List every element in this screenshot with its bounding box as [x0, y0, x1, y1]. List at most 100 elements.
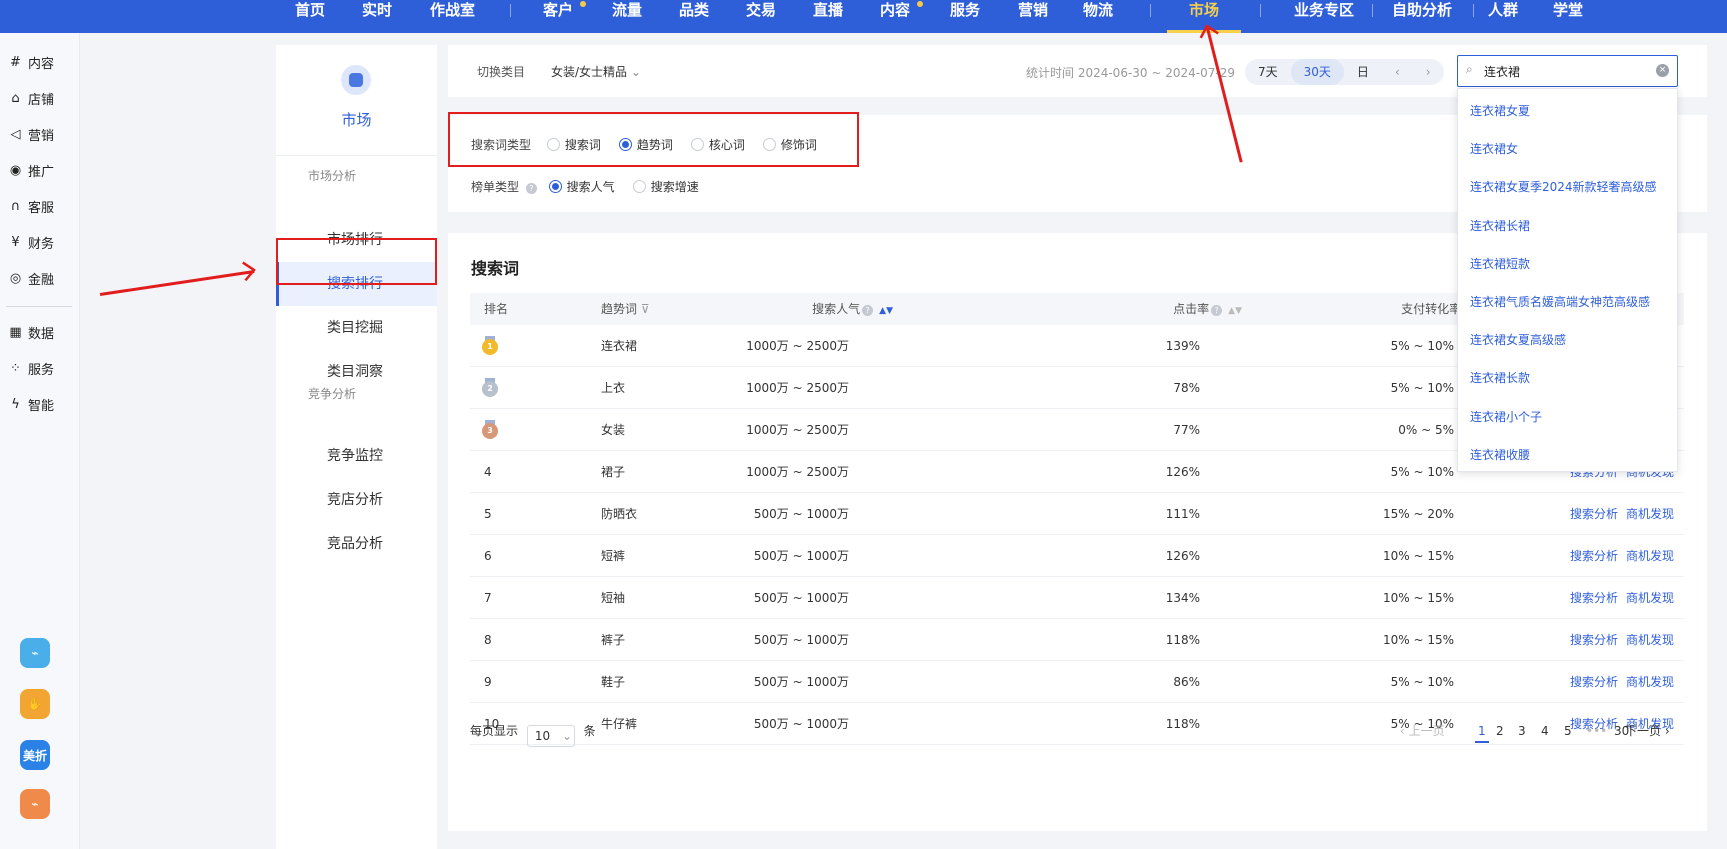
suggestion-item[interactable]: 连衣裙长款: [1470, 369, 1530, 386]
annotation-box-keyword-type: [448, 112, 859, 167]
radio-option[interactable]: 搜索增速: [632, 180, 699, 194]
nav-item-16[interactable]: 学堂: [1553, 0, 1583, 33]
nav-separator: [510, 4, 511, 17]
opportunity-link[interactable]: 商机发现: [1626, 675, 1674, 689]
suggestion-item[interactable]: 连衣裙短款: [1470, 255, 1530, 272]
help-icon[interactable]: ?: [862, 305, 874, 316]
opportunity-link[interactable]: 商机发现: [1626, 633, 1674, 647]
prev-period-icon[interactable]: ‹: [1382, 59, 1413, 85]
table-row: 6 短裤 500万 ~ 1000万 126% 10% ~ 15% 搜索分析 商机发现: [470, 535, 1684, 577]
tab-7days[interactable]: 7天: [1245, 59, 1291, 85]
nav-item-11[interactable]: 物流: [1083, 0, 1113, 33]
rail-item-7[interactable]: ◎ 金融: [8, 268, 54, 288]
rank-cell: 9: [484, 675, 492, 689]
rail-item-1[interactable]: # 内容: [8, 52, 54, 72]
opportunity-link[interactable]: 商机发现: [1626, 507, 1674, 521]
rail-item-label: 内容: [28, 56, 55, 72]
sort-icon[interactable]: ▲▼: [1228, 306, 1242, 316]
rail-item-9[interactable]: ⁘ 服务: [8, 358, 54, 378]
market-menu-item-2[interactable]: 类目挖掘: [276, 306, 437, 350]
pagination: 每页显示 10 ⌄ 条 ‹ 上一页 1 2 3 4 5 ••• 30 下一页 ›: [470, 721, 1684, 747]
app-meizhe-icon[interactable]: 美折: [20, 740, 50, 770]
competition-menu-item-1[interactable]: 竞店分析: [276, 478, 437, 522]
nav-item-15[interactable]: 人群: [1488, 0, 1518, 33]
search-analysis-link[interactable]: 搜索分析: [1570, 675, 1618, 689]
rail-item-4[interactable]: ◉ 推广: [8, 160, 54, 180]
nav-item-0[interactable]: 首页: [295, 0, 325, 33]
rail-item-2[interactable]: ⌂ 店铺: [8, 88, 54, 108]
clear-icon[interactable]: ×: [1656, 64, 1669, 77]
sort-desc-icon[interactable]: ▲▼: [879, 306, 893, 316]
next-period-icon[interactable]: ›: [1413, 59, 1444, 85]
page-4[interactable]: 4: [1541, 721, 1549, 741]
suggestion-item[interactable]: 连衣裙收腰: [1470, 446, 1530, 463]
prev-page-button[interactable]: ‹ 上一页: [1400, 721, 1445, 741]
help-icon[interactable]: ?: [525, 183, 537, 194]
page-5[interactable]: 5: [1564, 721, 1572, 741]
rail-item-8[interactable]: ▦ 数据: [8, 322, 54, 342]
nav-item-13[interactable]: 业务专区: [1294, 0, 1354, 33]
medal-rank: 1: [482, 339, 498, 355]
page-3[interactable]: 3: [1518, 721, 1526, 741]
competition-menu-item-2[interactable]: 竞品分析: [276, 522, 437, 566]
page-2[interactable]: 2: [1496, 721, 1504, 741]
nav-item-5[interactable]: 品类: [679, 0, 709, 33]
search-input[interactable]: [1484, 61, 1644, 81]
divider: [276, 155, 437, 156]
word-cell: 裙子: [601, 465, 626, 479]
header-word[interactable]: 趋势词 ⊽: [601, 293, 650, 325]
nav-item-3[interactable]: 客户: [543, 0, 573, 33]
page-1[interactable]: 1: [1475, 721, 1489, 743]
app-hand-icon[interactable]: ✋: [20, 689, 50, 719]
opportunity-link[interactable]: 商机发现: [1626, 549, 1674, 563]
search-analysis-link[interactable]: 搜索分析: [1570, 507, 1618, 521]
suggestion-item[interactable]: 连衣裙女夏: [1470, 102, 1530, 119]
nav-item-4[interactable]: 流量: [612, 0, 642, 33]
nav-item-14[interactable]: 自助分析: [1392, 0, 1452, 33]
next-page-button[interactable]: 下一页 ›: [1625, 721, 1670, 741]
tab-30days[interactable]: 30天: [1290, 59, 1344, 85]
app-blue-icon[interactable]: ⌁: [20, 638, 50, 668]
rail-item-6[interactable]: ¥ 财务: [8, 232, 54, 252]
tab-day[interactable]: 日: [1344, 59, 1382, 85]
nav-separator: [1473, 4, 1474, 17]
page-size-select[interactable]: 10 ⌄: [526, 725, 575, 747]
radio-icon[interactable]: [632, 180, 646, 193]
nav-item-10[interactable]: 营销: [1018, 0, 1048, 33]
suggestion-item[interactable]: 连衣裙女: [1470, 140, 1518, 157]
category-select[interactable]: 女装/女士精品 ⌄: [551, 63, 641, 80]
megaphone-icon: ◁: [10, 126, 21, 142]
rail-item-5[interactable]: ∩ 客服: [8, 196, 54, 216]
suggestion-item[interactable]: 连衣裙小个子: [1470, 408, 1542, 425]
suggestion-item[interactable]: 连衣裙长裙: [1470, 217, 1530, 234]
market-menu-item-3[interactable]: 类目洞察: [276, 350, 437, 394]
page-size-value: 10: [534, 729, 551, 743]
header-ctr[interactable]: 点击率? ▲▼: [1173, 293, 1242, 327]
app-orange-icon[interactable]: ⌁: [20, 789, 50, 819]
search-analysis-link[interactable]: 搜索分析: [1570, 549, 1618, 563]
nav-item-9[interactable]: 服务: [950, 0, 980, 33]
search-analysis-link[interactable]: 搜索分析: [1570, 633, 1618, 647]
suggestion-item[interactable]: 连衣裙女夏季2024新款轻奢高级感: [1470, 178, 1657, 195]
filter-icon[interactable]: ⊽: [641, 302, 650, 316]
rank-type-label: 榜单类型: [471, 180, 520, 194]
nav-item-7[interactable]: 直播: [813, 0, 843, 33]
competition-menu-item-0[interactable]: 竞争监控: [276, 434, 437, 478]
nav-item-6[interactable]: 交易: [746, 0, 776, 33]
opportunity-link[interactable]: 商机发现: [1626, 591, 1674, 605]
nav-item-2[interactable]: 作战室: [430, 0, 475, 33]
suggestion-item[interactable]: 连衣裙女夏高级感: [1470, 331, 1566, 348]
search-box[interactable]: ⌕ ×: [1457, 55, 1678, 87]
nav-item-8[interactable]: 内容: [880, 0, 910, 33]
help-icon[interactable]: ?: [1211, 305, 1223, 316]
rail-item-10[interactable]: ϟ 智能: [8, 394, 54, 414]
ctr-cell: 111%: [1165, 507, 1200, 521]
suggestion-item[interactable]: 连衣裙气质名媛高端女神范高级感: [1470, 293, 1650, 310]
rail-item-3[interactable]: ◁ 营销: [8, 124, 55, 144]
nav-item-1[interactable]: 实时: [362, 0, 392, 33]
radio-option[interactable]: 搜索人气: [548, 180, 615, 194]
search-analysis-link[interactable]: 搜索分析: [1570, 591, 1618, 605]
header-popularity[interactable]: 搜索人气? ▲▼: [812, 293, 893, 327]
radio-icon[interactable]: [548, 180, 562, 193]
rank-bronze-medal-icon: 3: [482, 420, 498, 439]
